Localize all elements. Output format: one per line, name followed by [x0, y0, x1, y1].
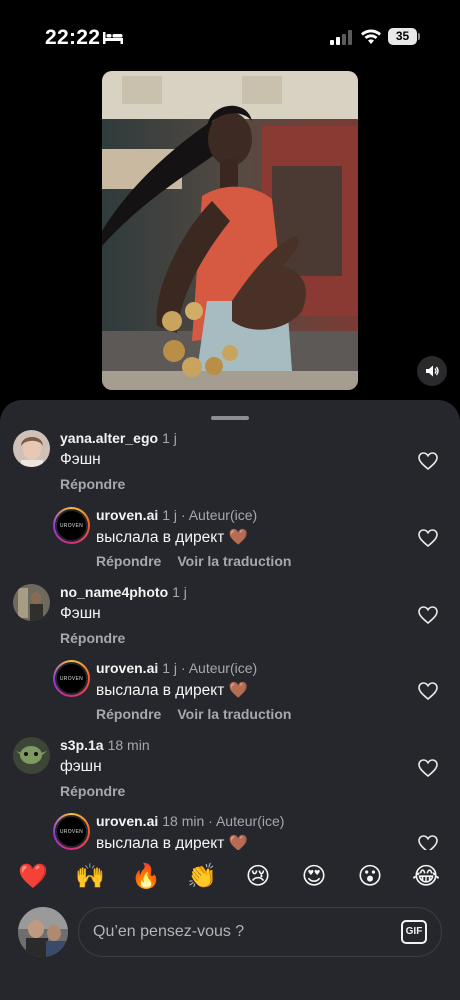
comment-text: выслала в директ 🤎 — [96, 529, 248, 546]
emoji-raised-hands[interactable]: 🙌 — [75, 861, 105, 891]
sheet-drag-handle[interactable] — [211, 416, 249, 420]
like-heart-icon[interactable] — [418, 682, 438, 700]
signal-icon — [330, 30, 352, 45]
like-heart-icon[interactable] — [418, 452, 438, 470]
comment-username[interactable]: uroven.ai — [96, 813, 158, 829]
gif-button[interactable]: GIF — [401, 920, 427, 944]
comment-input[interactable]: Qu’en pensez-vous ? GIF — [78, 907, 442, 957]
wifi-icon — [361, 29, 381, 44]
author-label: · Auteur(ice) — [180, 507, 258, 523]
avatar-logo: UROVEN — [59, 522, 84, 529]
status-time: 22:22 — [45, 26, 101, 49]
avatar[interactable]: UROVEN — [53, 813, 90, 850]
comment-time: 1 j — [162, 660, 178, 676]
speaker-icon — [426, 365, 439, 377]
battery-level: 35 — [388, 28, 417, 45]
comment-text: Фэшн — [60, 451, 101, 468]
comment-text: выслала в директ 🤎 — [96, 682, 248, 699]
see-translation-button[interactable]: Voir la traduction — [177, 706, 291, 722]
comment-username[interactable]: no_name4photo — [60, 584, 168, 600]
battery-icon: 35 — [388, 28, 420, 45]
author-label: · Auteur(ice) — [180, 660, 258, 676]
emoji-clap[interactable]: 👏 — [187, 861, 217, 891]
emoji-crying[interactable]: 😢 — [243, 861, 273, 891]
comment-time: 1 j — [172, 584, 187, 600]
comment-username[interactable]: uroven.ai — [96, 507, 158, 523]
comment-username[interactable]: yana.alter_ego — [60, 430, 158, 446]
reply-button[interactable]: Répondre — [96, 706, 161, 722]
emoji-heart-eyes[interactable]: 😍 — [299, 861, 329, 891]
comment-text: Фэшн — [60, 605, 101, 622]
comment-time: 18 min — [107, 737, 150, 753]
emoji-laughing[interactable]: 😂 — [411, 861, 441, 891]
comment-username[interactable]: s3p.1a — [60, 737, 104, 753]
reply-button[interactable]: Répondre — [60, 630, 125, 646]
bed-icon — [103, 32, 123, 44]
emoji-fire[interactable]: 🔥 — [131, 861, 161, 891]
reply-button[interactable]: Répondre — [60, 783, 125, 799]
avatar-logo: UROVEN — [59, 675, 84, 682]
avatar-logo: UROVEN — [59, 828, 84, 835]
comment-time: 1 j — [162, 507, 178, 523]
like-heart-icon[interactable] — [418, 759, 438, 777]
reel-video[interactable] — [102, 71, 358, 390]
comment-username[interactable]: uroven.ai — [96, 660, 158, 676]
author-label: · Auteur(ice) — [208, 813, 285, 829]
video-frame — [102, 71, 358, 390]
emoji-heart[interactable]: ❤️ — [18, 861, 48, 891]
reply-button[interactable]: Répondre — [60, 476, 125, 492]
comment-time: 1 j — [162, 430, 177, 446]
emoji-reaction-bar: ❤️ 🙌 🔥 👏 😢 😍 😮 😂 — [0, 850, 460, 902]
like-heart-icon[interactable] — [418, 606, 438, 624]
comment-time: 18 min — [162, 813, 205, 829]
status-bar: 22:22 35 — [0, 0, 460, 70]
sound-toggle-button[interactable] — [417, 356, 447, 386]
avatar[interactable]: UROVEN — [53, 660, 90, 697]
emoji-surprised[interactable]: 😮 — [355, 861, 385, 891]
avatar[interactable] — [13, 584, 50, 621]
reply-button[interactable]: Répondre — [96, 553, 161, 569]
comment-composer: Qu’en pensez-vous ? GIF — [0, 902, 460, 1000]
comment-input-placeholder: Qu’en pensez-vous ? — [93, 923, 245, 940]
avatar[interactable] — [13, 430, 50, 467]
see-translation-button[interactable]: Voir la traduction — [177, 553, 291, 569]
avatar[interactable] — [13, 737, 50, 774]
avatar[interactable]: UROVEN — [53, 507, 90, 544]
like-heart-icon[interactable] — [418, 529, 438, 547]
comment-text: фэшн — [60, 758, 102, 775]
current-user-avatar[interactable] — [18, 907, 68, 957]
